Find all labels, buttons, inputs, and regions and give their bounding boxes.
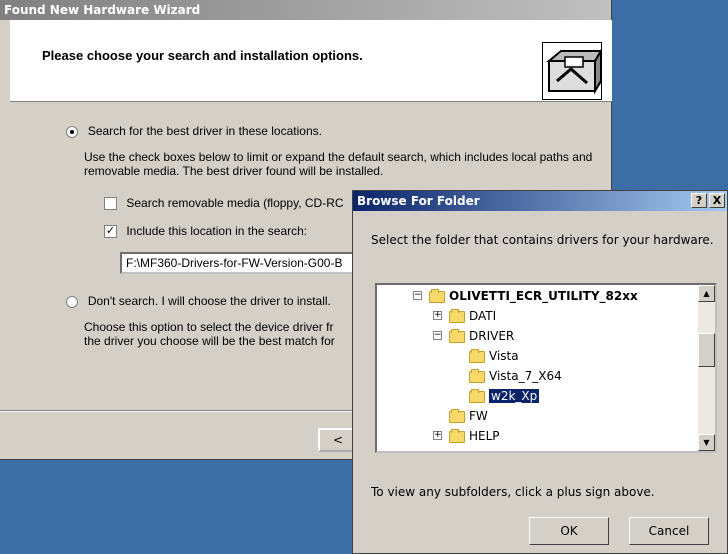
expand-icon[interactable]: +	[433, 311, 442, 320]
folder-icon	[449, 308, 465, 323]
browse-titlebar: Browse For Folder ? X	[353, 191, 727, 211]
close-button[interactable]: X	[709, 193, 725, 208]
option-search-description: Use the check boxes below to limit or ex…	[84, 150, 593, 178]
wizard-heading: Please choose your search and installati…	[42, 48, 363, 63]
hardware-install-icon	[542, 42, 603, 100]
include-location-checkbox[interactable]: ✓	[104, 225, 117, 239]
folder-icon	[469, 388, 485, 403]
folder-icon	[469, 368, 485, 383]
wizard-title: Found New Hardware Wizard	[0, 0, 611, 20]
tree-item-label: HELP	[469, 429, 500, 443]
option-search-row[interactable]: Search for the best driver in these loca…	[66, 124, 322, 138]
help-button[interactable]: ?	[691, 193, 707, 208]
tree-item-label: OLIVETTI_ECR_UTILITY_82xx	[449, 289, 638, 303]
browse-hint: To view any subfolders, click a plus sig…	[371, 485, 655, 499]
scroll-up-icon[interactable]: ▲	[698, 285, 715, 302]
option-manual-row[interactable]: Don't search. I will choose the driver t…	[66, 294, 331, 308]
wizard-header: Please choose your search and installati…	[10, 20, 612, 102]
option-manual-label: Don't search. I will choose the driver t…	[87, 294, 331, 308]
folder-icon	[449, 428, 465, 443]
removable-media-label: Search removable media (floppy, CD-RC	[126, 196, 344, 210]
tree-item-label: FW	[469, 409, 488, 423]
tree-item[interactable]: FW	[449, 407, 488, 425]
tree-item[interactable]: w2k_Xp	[469, 387, 540, 405]
tree-item[interactable]: Vista_7_X64	[469, 367, 562, 385]
cancel-button[interactable]: Cancel	[629, 517, 709, 545]
tree-item-label: Vista_7_X64	[489, 369, 562, 383]
collapse-icon[interactable]: −	[413, 291, 422, 300]
tree-item[interactable]: Vista	[469, 347, 519, 365]
tree-item[interactable]: + DATI	[433, 307, 497, 325]
folder-icon	[429, 288, 445, 303]
option-search-label: Search for the best driver in these loca…	[87, 124, 322, 138]
option-search-radio[interactable]	[66, 125, 78, 138]
folder-icon	[449, 408, 465, 423]
ok-button[interactable]: OK	[529, 517, 609, 545]
option-manual-radio[interactable]	[66, 295, 78, 308]
folder-tree[interactable]: − OLIVETTI_ECR_UTILITY_82xx + DATI − DRIVER Vi…	[375, 283, 717, 453]
browse-description: Select the folder that contains drivers …	[371, 233, 714, 247]
tree-item-label: Vista	[489, 349, 519, 363]
tree-item-label: DATI	[469, 309, 497, 323]
folder-icon	[449, 328, 465, 343]
tree-item[interactable]: + HELP	[433, 427, 500, 445]
tree-item[interactable]: − DRIVER	[433, 327, 515, 345]
tree-item-label: w2k_Xp	[489, 389, 540, 403]
tree-item-label: DRIVER	[469, 329, 515, 343]
removable-media-checkbox[interactable]	[104, 197, 117, 211]
tree-item[interactable]: − OLIVETTI_ECR_UTILITY_82xx	[413, 287, 638, 305]
include-location-label: Include this location in the search:	[126, 224, 308, 238]
tree-scrollbar[interactable]: ▲ ▼	[698, 285, 715, 451]
option-manual-description-1: Choose this option to select the device …	[84, 320, 334, 334]
expand-icon[interactable]: +	[433, 431, 442, 440]
browse-title: Browse For Folder	[357, 194, 480, 208]
folder-icon	[469, 348, 485, 363]
browse-for-folder-dialog: Browse For Folder ? X Select the folder …	[352, 190, 728, 554]
include-location-row[interactable]: ✓ Include this location in the search:	[104, 224, 308, 239]
collapse-icon[interactable]: −	[433, 331, 442, 340]
option-manual-description-2: the driver you choose will be the best m…	[84, 334, 335, 348]
removable-media-row[interactable]: Search removable media (floppy, CD-RC	[104, 196, 344, 211]
scroll-down-icon[interactable]: ▼	[698, 434, 715, 451]
location-path-input[interactable]: F:\MF360-Drivers-for-FW-Version-G00-B	[120, 252, 360, 274]
scroll-thumb[interactable]	[698, 333, 715, 367]
